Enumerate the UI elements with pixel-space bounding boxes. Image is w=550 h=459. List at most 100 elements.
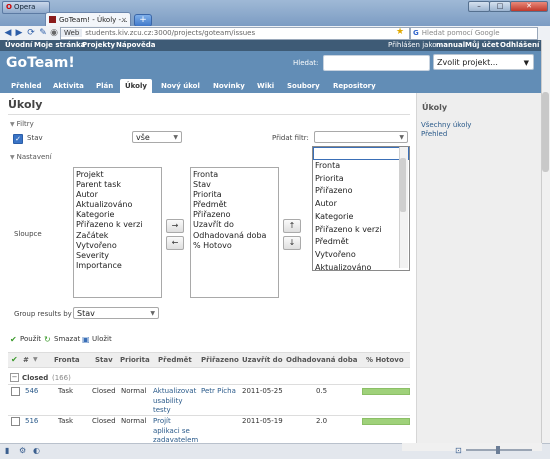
issue-id-link[interactable]: 516 bbox=[25, 417, 38, 427]
status-filter-checkbox[interactable]: ✓ bbox=[13, 134, 23, 144]
available-column-item[interactable]: Začátek bbox=[76, 231, 161, 241]
column-header-subject[interactable]: Předmět bbox=[158, 356, 192, 364]
browser-tab[interactable]: GoTeam! - Úkoly -... × bbox=[45, 12, 131, 27]
filter-option[interactable] bbox=[313, 147, 409, 160]
tab-close-icon[interactable]: × bbox=[121, 13, 127, 27]
back-icon[interactable]: ◀ bbox=[3, 28, 13, 38]
tab-wiki[interactable]: Wiki bbox=[252, 79, 279, 93]
filter-option[interactable]: Předmět bbox=[313, 236, 409, 249]
available-column-item[interactable]: Aktualizováno bbox=[76, 200, 161, 210]
add-filter-select[interactable]: ▼ bbox=[314, 131, 408, 143]
column-header-tracker[interactable]: Fronta bbox=[54, 356, 80, 364]
group-toggle-icon[interactable]: − bbox=[10, 373, 19, 382]
row-checkbox[interactable] bbox=[11, 387, 20, 396]
tab-repository[interactable]: Repository bbox=[328, 79, 381, 93]
available-column-item[interactable]: Kategorie bbox=[76, 210, 161, 220]
page-scroll-thumb[interactable] bbox=[542, 92, 549, 172]
minimize-button[interactable]: – bbox=[468, 1, 490, 12]
available-column-item[interactable]: Autor bbox=[76, 190, 161, 200]
available-column-item[interactable]: Importance bbox=[76, 261, 161, 271]
forward-icon[interactable]: ▶ bbox=[14, 28, 24, 38]
project-jump-select[interactable]: Zvolit projekt... ▼ bbox=[433, 54, 534, 70]
selected-column-item[interactable]: Priorita bbox=[193, 190, 278, 200]
available-column-item[interactable]: Vytvořeno bbox=[76, 241, 161, 251]
selected-column-item[interactable]: Fronta bbox=[193, 170, 278, 180]
available-column-item[interactable]: Severity bbox=[76, 251, 161, 261]
selected-column-item[interactable]: % Hotovo bbox=[193, 241, 278, 251]
edit-icon[interactable]: ✎ bbox=[38, 28, 48, 38]
group-by-select[interactable]: Stav ▼ bbox=[73, 307, 159, 319]
filter-option[interactable]: Fronta bbox=[313, 160, 409, 173]
column-header-status[interactable]: Stav bbox=[95, 356, 113, 364]
close-window-button[interactable]: ✕ bbox=[510, 1, 548, 12]
filter-option[interactable]: Autor bbox=[313, 198, 409, 211]
filter-option[interactable]: Přiřazeno bbox=[313, 185, 409, 198]
selected-column-item[interactable]: Stav bbox=[193, 180, 278, 190]
available-column-item[interactable]: Parent task bbox=[76, 180, 161, 190]
issue-subject-link[interactable]: Aktualizovat usability testy bbox=[153, 387, 199, 416]
selected-column-item[interactable]: Přiřazeno bbox=[193, 210, 278, 220]
opera-menu-button[interactable]: O Opera bbox=[2, 1, 50, 14]
options-legend[interactable]: ▼ Nastavení bbox=[10, 153, 52, 161]
filter-option[interactable]: Priorita bbox=[313, 173, 409, 186]
selected-column-item[interactable]: Uzavřít do bbox=[193, 220, 278, 230]
column-header-id[interactable]: # bbox=[23, 356, 29, 364]
column-header-done-ratio[interactable]: % Hotovo bbox=[366, 356, 404, 364]
tab-new-issue[interactable]: Nový úkol bbox=[156, 79, 205, 93]
move-up-button[interactable]: ↑ bbox=[283, 219, 301, 233]
filter-option[interactable]: Kategorie bbox=[313, 211, 409, 224]
save-button[interactable]: ▣ Uložit bbox=[82, 335, 112, 344]
column-header-estimated-time[interactable]: Odhadovaná doba bbox=[286, 356, 357, 364]
move-left-button[interactable]: ← bbox=[166, 236, 184, 250]
selected-columns-list[interactable]: Fronta Stav Priorita Předmět Přiřazeno U… bbox=[190, 167, 279, 298]
move-right-button[interactable]: → bbox=[166, 219, 184, 233]
add-filter-dropdown[interactable]: Fronta Priorita Přiřazeno Autor Kategori… bbox=[312, 146, 410, 271]
issue-assignee-link[interactable]: Petr Pícha bbox=[201, 387, 236, 397]
topmenu-projects-link[interactable]: Projekty bbox=[82, 40, 115, 51]
my-account-link[interactable]: Můj účet bbox=[465, 40, 499, 51]
row-checkbox[interactable] bbox=[11, 417, 20, 426]
move-down-button[interactable]: ↓ bbox=[283, 236, 301, 250]
reload-icon[interactable]: ⟳ bbox=[26, 28, 36, 38]
tab-issues[interactable]: Úkoly bbox=[120, 79, 152, 93]
browser-search-field[interactable]: G Hledat pomocí Google bbox=[410, 27, 538, 40]
issue-subject-link[interactable]: Projít aplikaci se zadavatelem bbox=[153, 417, 199, 446]
issue-id-link[interactable]: 546 bbox=[25, 387, 38, 397]
available-column-item[interactable]: Přiřazeno k verzi bbox=[76, 220, 161, 230]
topmenu-home-link[interactable]: Úvodní bbox=[5, 40, 32, 51]
speed-dial-icon[interactable]: ◐ bbox=[33, 446, 40, 455]
sidebar-link-all-issues[interactable]: Všechny úkoly bbox=[421, 121, 471, 129]
logout-link[interactable]: Odhlášení bbox=[500, 40, 539, 51]
status-filter-select[interactable]: vše ▼ bbox=[132, 131, 182, 143]
zoom-slider-knob[interactable] bbox=[496, 446, 500, 454]
selected-column-item[interactable]: Předmět bbox=[193, 200, 278, 210]
column-header-assignee[interactable]: Přiřazeno bbox=[201, 356, 239, 364]
username-link[interactable]: manual bbox=[436, 40, 465, 51]
clear-button[interactable]: ↻ Smazat bbox=[44, 335, 80, 344]
filter-option[interactable]: Aktualizováno bbox=[313, 262, 409, 270]
tab-news[interactable]: Novinky bbox=[208, 79, 250, 93]
available-column-item[interactable]: Projekt bbox=[76, 170, 161, 180]
available-columns-list[interactable]: Projekt Parent task Autor Aktualizováno … bbox=[73, 167, 162, 298]
check-all-icon[interactable]: ✔ bbox=[11, 355, 18, 364]
filter-option[interactable]: Přiřazeno k verzi bbox=[313, 224, 409, 237]
maximize-button[interactable]: □ bbox=[489, 1, 511, 12]
topmenu-my-page-link[interactable]: Moje stránka bbox=[34, 40, 85, 51]
topmenu-help-link[interactable]: Nápověda bbox=[116, 40, 155, 51]
sidebar-link-summary[interactable]: Přehled bbox=[421, 130, 447, 138]
tab-activity[interactable]: Aktivita bbox=[48, 79, 89, 93]
tab-roadmap[interactable]: Plán bbox=[91, 79, 118, 93]
filters-legend[interactable]: ▼ Filtry bbox=[10, 120, 34, 128]
search-input[interactable] bbox=[323, 55, 430, 71]
filter-option[interactable]: Vytvořeno bbox=[313, 249, 409, 262]
bookmark-star-icon[interactable]: ★ bbox=[396, 27, 404, 37]
selected-column-item[interactable]: Odhadovaná doba bbox=[193, 231, 278, 241]
apply-button[interactable]: ✔ Použít bbox=[10, 335, 41, 344]
view-icon[interactable]: ⊡ bbox=[455, 446, 462, 455]
tab-overview[interactable]: Přehled bbox=[6, 79, 46, 93]
column-header-priority[interactable]: Priorita bbox=[120, 356, 150, 364]
tab-files[interactable]: Soubory bbox=[282, 79, 325, 93]
address-field[interactable]: Web students.kiv.zcu.cz:3000/projects/got… bbox=[60, 27, 410, 40]
dropdown-scroll-thumb[interactable] bbox=[400, 158, 406, 212]
panel-toggle-icon[interactable]: ▮ bbox=[5, 446, 9, 455]
